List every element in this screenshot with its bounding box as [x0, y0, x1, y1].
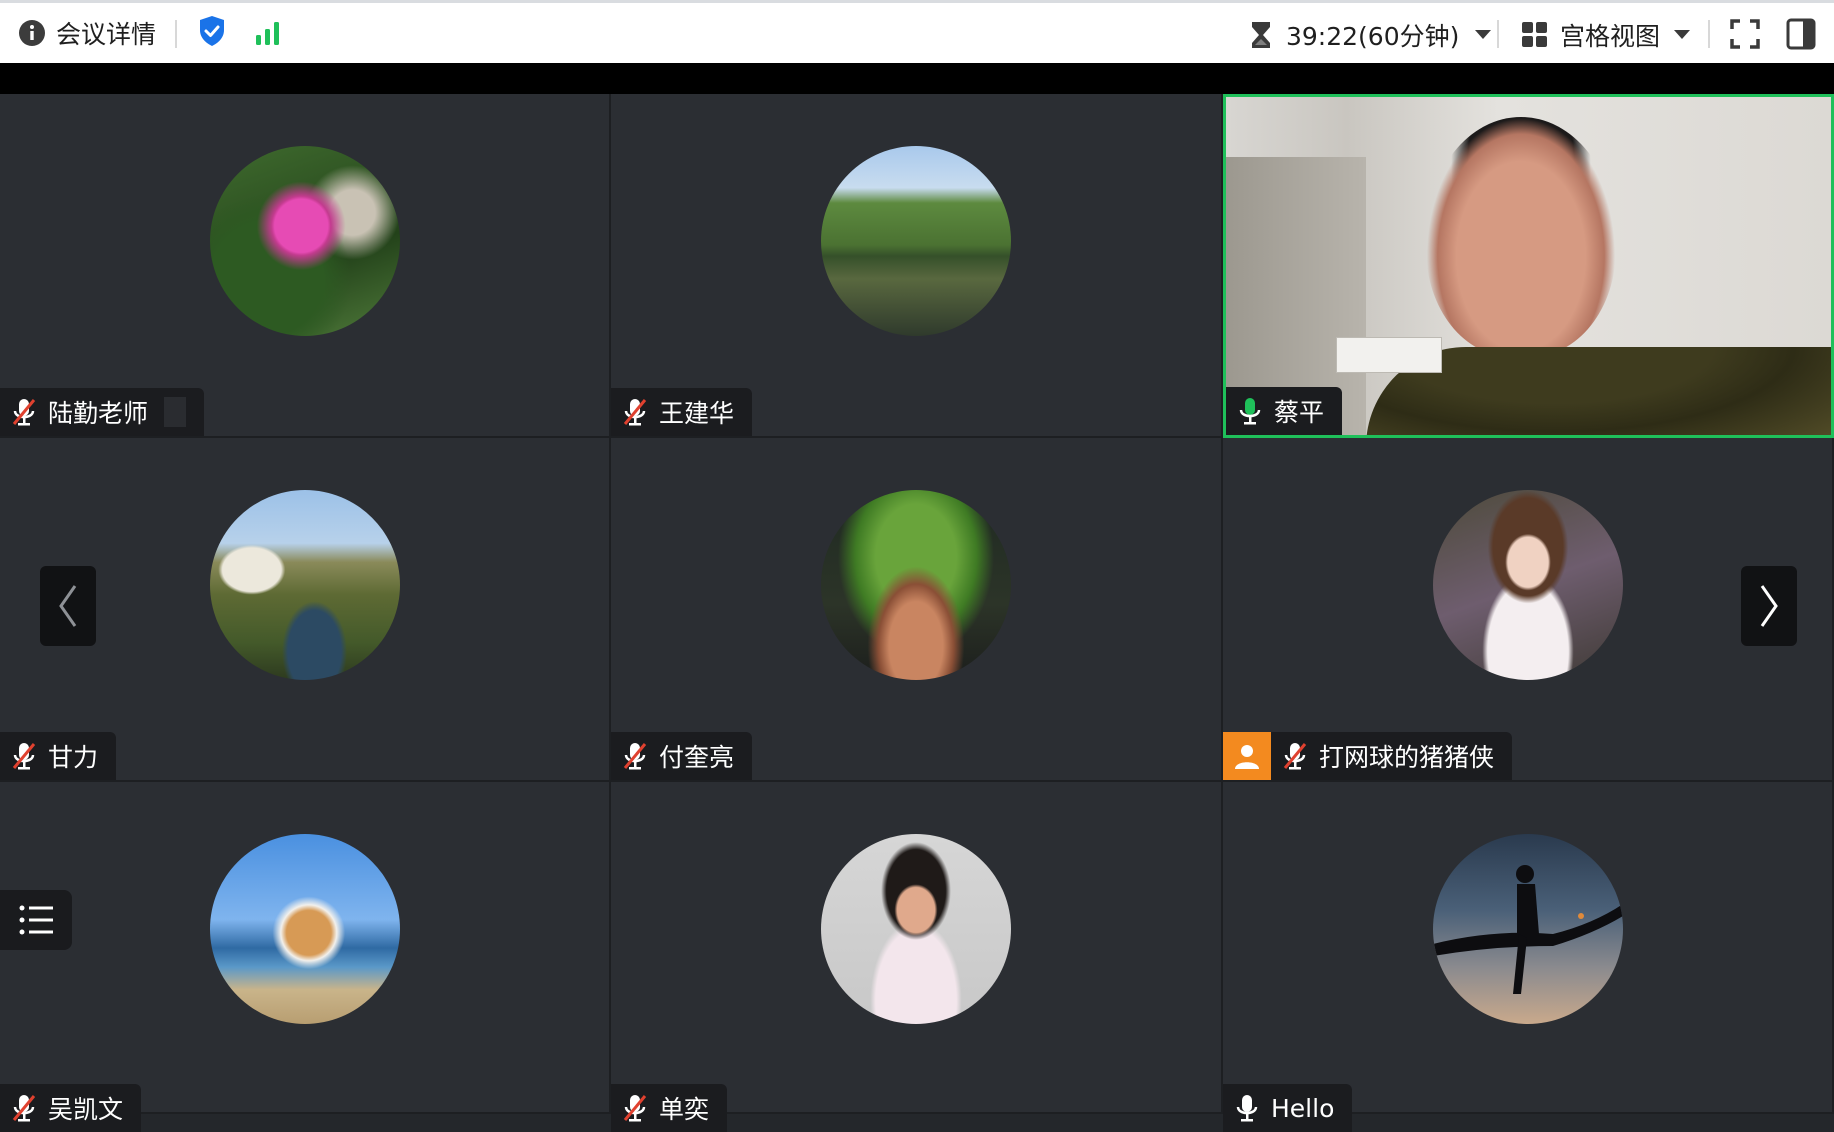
chevron-left-icon: [59, 585, 77, 627]
sidebar-panel-icon: [1786, 18, 1816, 50]
timer-text: 39:22(60分钟): [1286, 22, 1460, 51]
participant-tile[interactable]: 陆勤老师: [0, 94, 611, 438]
mic-muted-icon: [611, 388, 659, 436]
participant-grid: 陆勤老师 王建华 蔡平 甘力 付奎亮 打网球的猪猪侠 吴凯文 单奕 Hello: [0, 94, 1834, 1132]
lake-trees-avatar: [821, 146, 1011, 336]
mic-muted-icon: [611, 732, 659, 780]
participant-tile[interactable]: 单奕: [611, 782, 1223, 1132]
participant-tile[interactable]: Hello: [1223, 782, 1834, 1132]
grid-view-icon: [1522, 22, 1547, 47]
name-label: 吴凯文: [0, 1084, 142, 1132]
name-label: Hello: [1223, 1084, 1353, 1132]
view-mode-dropdown[interactable]: 宫格视图: [1522, 17, 1691, 53]
mic-muted-icon: [1271, 732, 1319, 780]
security-shield-icon[interactable]: [198, 15, 226, 47]
participant-name: 付奎亮: [659, 743, 735, 772]
name-label: 王建华: [611, 388, 753, 436]
mic-muted-icon: [0, 1084, 48, 1132]
silhouette-figure: [1432, 865, 1623, 994]
participant-name: 王建华: [659, 399, 735, 428]
previous-page-button[interactable]: [40, 566, 96, 646]
name-label: 付奎亮: [611, 732, 753, 780]
participant-tile[interactable]: 吴凯文: [0, 782, 611, 1132]
mic-muted-icon: [0, 732, 48, 780]
potted-plant-avatar: [821, 490, 1011, 680]
silhouette-on-branch-avatar: [1432, 834, 1623, 1024]
participant-name: 甘力: [48, 743, 99, 772]
mic-muted-icon: [611, 1084, 659, 1132]
participant-name: 蔡平: [1274, 398, 1325, 427]
name-label: 打网球的猪猪侠: [1223, 732, 1513, 780]
host-person-icon: [1235, 745, 1259, 769]
participant-tile[interactable]: 付奎亮: [611, 438, 1223, 782]
info-icon: [19, 20, 45, 46]
participant-video: [1226, 97, 1831, 435]
person-head: [1426, 117, 1616, 357]
participant-name: Hello: [1271, 1093, 1335, 1123]
smiling-girl-avatar: [821, 834, 1011, 1024]
participant-list-button[interactable]: [0, 890, 72, 950]
next-page-button[interactable]: [1741, 566, 1797, 646]
label-trailing-block: [164, 397, 187, 427]
video-area-top-strip: [0, 63, 1834, 94]
participant-tile[interactable]: 打网球的猪猪侠: [1223, 438, 1834, 782]
hourglass-icon: [1252, 22, 1270, 48]
name-label: 甘力: [0, 732, 117, 780]
mic-on-icon: [1223, 1084, 1271, 1132]
participant-tile[interactable]: 王建华: [611, 94, 1223, 438]
participant-name: 单奕: [659, 1095, 710, 1124]
girl-with-flowers-avatar: [1432, 490, 1623, 680]
cottage-stream-avatar: [209, 490, 400, 680]
mic-active-icon: [1226, 387, 1274, 435]
pink-flower-avatar: [209, 146, 400, 336]
fullscreen-button[interactable]: [1730, 19, 1760, 49]
view-mode-label: 宫格视图: [1560, 22, 1661, 51]
meeting-details-button[interactable]: 会议详情: [18, 15, 156, 51]
chevron-right-icon: [1760, 585, 1778, 627]
meeting-details-label: 会议详情: [56, 20, 157, 49]
host-badge: [1223, 732, 1271, 780]
participant-name: 吴凯文: [48, 1095, 124, 1124]
name-label: 单奕: [611, 1084, 728, 1132]
mic-muted-icon: [0, 388, 48, 436]
list-icon: [19, 905, 53, 935]
participant-name: 陆勤老师: [48, 399, 149, 428]
participant-tile-active-speaker[interactable]: 蔡平: [1223, 94, 1834, 438]
participant-tile[interactable]: 甘力: [0, 438, 611, 782]
chevron-down-icon: [1674, 30, 1691, 39]
sidebar-toggle-button[interactable]: [1786, 18, 1816, 50]
chevron-down-icon: [1475, 30, 1492, 39]
wall-switch: [1336, 337, 1442, 373]
corgi-beach-avatar: [209, 834, 400, 1024]
participant-name: 打网球的猪猪侠: [1319, 743, 1495, 772]
network-signal-icon[interactable]: [256, 21, 282, 45]
fullscreen-icon: [1730, 19, 1760, 49]
top-toolbar: 会议详情 39:22(60分钟) 宫格视图: [0, 0, 1834, 63]
meeting-timer[interactable]: 39:22(60分钟): [1250, 17, 1492, 53]
name-label: 蔡平: [1226, 387, 1343, 435]
name-label: 陆勤老师: [0, 388, 205, 436]
